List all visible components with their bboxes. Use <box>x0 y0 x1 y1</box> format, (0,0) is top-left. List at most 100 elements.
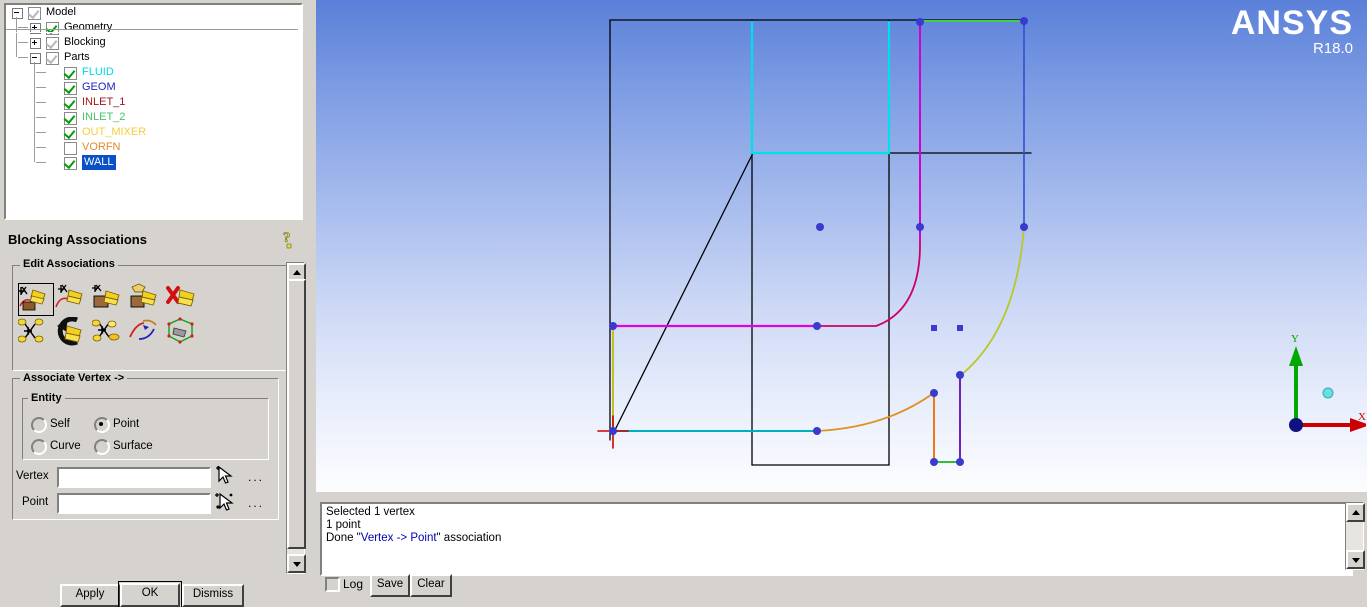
tree-item-label: Blocking <box>64 36 106 48</box>
tree-checkbox-inlet_1[interactable] <box>64 97 77 110</box>
ok-button[interactable]: OK <box>118 581 182 607</box>
tree-expander-model[interactable] <box>12 8 23 19</box>
tree-checkbox-out_mixer[interactable] <box>64 127 77 140</box>
disassociate-icon[interactable] <box>166 283 200 314</box>
tree-item-inlet_2[interactable]: INLET_2 <box>6 110 301 125</box>
model-tree[interactable]: Model Geometry Blocking Parts FLUID GEOM INLET… <box>4 3 303 220</box>
scroll-down-button[interactable] <box>287 554 306 573</box>
tree-checkbox-wall[interactable] <box>64 157 77 170</box>
tree-item-inlet_1[interactable]: INLET_1 <box>6 95 301 110</box>
log-line-association: Vertex -> Point <box>360 532 437 544</box>
log-save-button[interactable]: Save <box>370 574 410 597</box>
associate-vertex-icon[interactable] <box>18 283 54 316</box>
svg-text:?: ? <box>283 230 291 246</box>
tree-checkbox-blocking[interactable] <box>46 37 59 50</box>
log-scrollbar[interactable] <box>1345 502 1365 570</box>
point-input[interactable] <box>57 493 211 514</box>
tree-trunk <box>34 62 35 162</box>
log-scroll-down-button[interactable] <box>1346 550 1365 569</box>
select-point-cursor-icon[interactable] <box>214 490 236 515</box>
tree-checkbox-inlet_2[interactable] <box>64 112 77 125</box>
axis-x-label: X <box>1358 411 1366 423</box>
radio-surface-label: Surface <box>113 440 153 452</box>
tree-connector <box>36 87 46 88</box>
tree-item-fluid[interactable]: FLUID <box>6 65 301 80</box>
model-tree-panel: Model Geometry Blocking Parts FLUID GEOM INLET… <box>0 0 305 222</box>
vertex-more-button[interactable]: ... <box>248 470 264 484</box>
tree-checkbox-fluid[interactable] <box>64 67 77 80</box>
log-clear-button[interactable]: Clear <box>410 574 452 597</box>
edit-associations-label: Edit Associations <box>20 258 118 270</box>
tree-checkbox-model[interactable] <box>28 7 41 20</box>
move-node-icon[interactable] <box>55 316 89 348</box>
graphics-viewport[interactable]: ANSYS R18.0 Y X <box>316 0 1367 492</box>
tree-item-model[interactable]: Model <box>6 5 301 20</box>
tree-item-label: WALL <box>82 155 116 170</box>
tree-connector <box>36 102 46 103</box>
point-field-label: Point <box>22 496 49 508</box>
tree-connector <box>18 57 28 58</box>
group-ungroup-curve-icon[interactable] <box>17 317 52 348</box>
tree-item-label: VORFN <box>82 141 121 153</box>
tree-trunk <box>16 17 17 57</box>
message-log[interactable]: Selected 1 vertex 1 point Done "Vertex -… <box>320 502 1353 576</box>
tree-connector <box>36 162 46 163</box>
tree-connector <box>36 72 46 73</box>
tree-item-blocking[interactable]: Blocking <box>6 35 301 50</box>
radio-self-label: Self <box>50 418 70 430</box>
radio-curve[interactable] <box>31 439 47 455</box>
tree-connector <box>18 27 28 28</box>
tree-item-out_mixer[interactable]: OUT_MIXER <box>6 125 301 140</box>
tree-item-label: Model <box>46 6 76 18</box>
associate-face-surface-icon[interactable] <box>92 283 126 314</box>
radio-point-label: Point <box>113 418 140 430</box>
log-checkbox-label: Log <box>343 577 364 591</box>
radio-surface[interactable] <box>94 439 110 455</box>
point-more-button[interactable]: ... <box>248 496 264 510</box>
tree-item-wall[interactable]: WALL <box>6 155 301 170</box>
radio-curve-label: Curve <box>50 440 81 452</box>
update-associations-icon[interactable] <box>166 317 200 348</box>
associate-vertex-label: Associate Vertex -> <box>20 372 128 384</box>
tree-item-geom[interactable]: GEOM <box>6 80 301 95</box>
vertex-input[interactable] <box>57 467 211 488</box>
tree-item-label: GEOM <box>82 81 116 93</box>
blocking-geometry <box>597 17 1032 466</box>
select-vertex-cursor-icon[interactable] <box>214 464 236 489</box>
log-line: Selected 1 vertex <box>326 506 415 518</box>
log-checkbox[interactable] <box>325 577 340 592</box>
ansys-logo-release: R18.0 <box>1312 40 1353 57</box>
snap-project-vertices-icon[interactable] <box>91 317 126 348</box>
panel-title: Blocking Associations <box>8 232 147 247</box>
tree-item-label: OUT_MIXER <box>82 126 147 138</box>
ansys-logo: ANSYS R18.0 <box>1231 6 1353 57</box>
apply-button[interactable]: Apply <box>60 584 120 607</box>
scroll-thumb[interactable] <box>287 279 306 549</box>
tree-checkbox-parts[interactable] <box>46 52 59 65</box>
tree-item-label: INLET_2 <box>82 111 126 123</box>
log-line: Done "Vertex -> Point" association <box>326 532 1347 545</box>
tree-item-label: FLUID <box>82 66 114 78</box>
tree-checkbox-vorfn[interactable] <box>64 142 77 155</box>
log-line: 1 point <box>326 519 361 531</box>
tree-checkbox-geom[interactable] <box>64 82 77 95</box>
radio-point[interactable] <box>94 417 110 433</box>
dismiss-button[interactable]: Dismiss <box>182 584 244 607</box>
log-scroll-up-button[interactable] <box>1346 503 1365 522</box>
vertex-markers <box>609 17 1028 466</box>
axis-y-label: Y <box>1291 333 1299 345</box>
tree-item-parts[interactable]: Parts <box>6 50 301 65</box>
tree-connector <box>36 117 46 118</box>
panel-scrollbar[interactable] <box>286 262 306 574</box>
radio-self[interactable] <box>31 417 47 433</box>
reset-association-icon[interactable] <box>129 317 163 348</box>
entity-label: Entity <box>28 392 65 404</box>
associate-surface-group-icon[interactable] <box>129 283 163 314</box>
tree-expander-blocking[interactable] <box>30 38 41 49</box>
tree-item-vorfn[interactable]: VORFN <box>6 140 301 155</box>
help-question-icon[interactable]: ? <box>281 228 299 250</box>
ansys-logo-name: ANSYS <box>1230 4 1353 42</box>
associate-edge-curve-icon[interactable] <box>55 283 89 314</box>
tree-expander-parts[interactable] <box>30 53 41 64</box>
tree-item-label: INLET_1 <box>82 96 126 108</box>
